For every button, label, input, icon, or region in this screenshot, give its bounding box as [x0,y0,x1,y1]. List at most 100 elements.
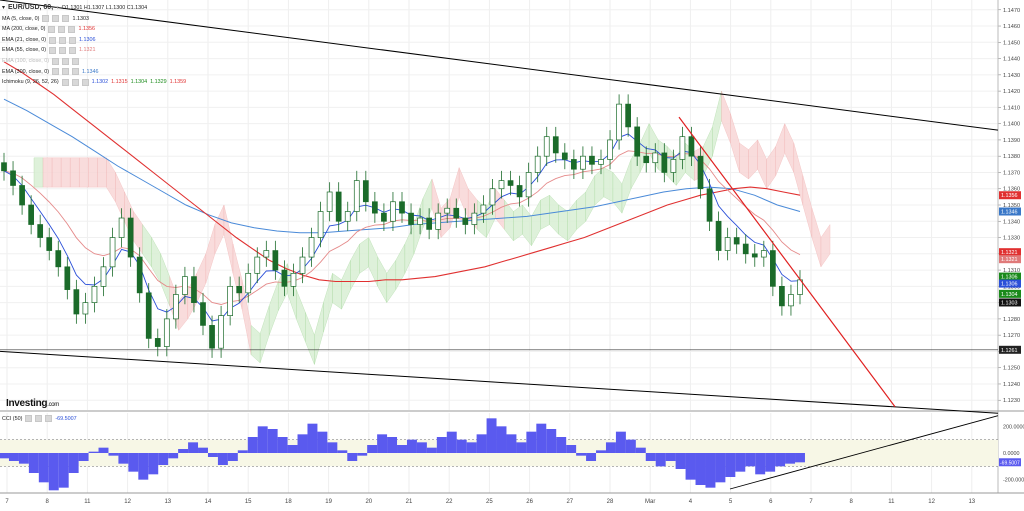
indicator-label: MA (5, close, 0) [2,15,40,22]
cci-bar [705,453,716,488]
close-icon[interactable] [69,36,77,44]
candle-body [335,191,342,222]
cci-bar [188,442,199,453]
x-tick-label: 8 [46,499,50,505]
hide-icon[interactable] [52,15,60,23]
cci-bar [168,453,179,459]
candle-body [353,180,360,212]
y-tick-label: 1.1250 [1003,366,1020,372]
cci-tick-label: -200.0000 [1003,478,1024,484]
collapse-icon[interactable]: ▾ [2,3,5,14]
legend-indicator-row[interactable]: MA (200, close, 0) 1.1356 [2,24,186,35]
x-tick-label: 20 [365,499,372,505]
legend-indicator-row[interactable]: EMA (100, close, 0) [2,56,186,67]
indicator-value: 1.1303 [72,15,89,22]
hide-icon[interactable] [59,36,67,44]
candle-body [688,136,695,157]
settings-icon[interactable] [52,57,60,65]
close-icon[interactable] [72,68,80,76]
close-icon[interactable] [68,25,76,33]
hide-icon[interactable] [62,68,70,76]
hide-icon[interactable] [59,47,67,55]
indicator-label: EMA (300, close, 0) [2,68,50,75]
settings-icon[interactable] [52,68,60,76]
candle-body [344,211,351,222]
hide-icon[interactable] [58,25,66,33]
candle-body [136,256,143,294]
close-icon[interactable] [72,57,80,65]
cci-bar [556,437,567,453]
indicator-label: EMA (21, close, 0) [2,36,47,43]
cci-bar [367,445,378,453]
close-icon[interactable] [45,415,53,422]
cci-bar [795,453,805,463]
y-tick-label: 1.1440 [1003,57,1020,63]
legend-indicator-row[interactable]: MA (5, close, 0) 1.1303 [2,14,186,25]
indicator-value: 1.1346 [82,68,99,75]
candle-body [480,204,487,214]
hide-icon[interactable] [62,57,70,65]
candle-body [227,285,233,316]
ichimoku-cloud-segment [739,142,749,180]
candle-body [625,103,631,128]
settings-icon[interactable] [25,415,33,422]
oscillator-label[interactable]: CCI (50) [2,416,22,422]
legend-indicator-row[interactable]: Ichimoku (9, 26, 52, 26) 1.1302 1.1315 1.13… [2,77,186,88]
cci-bar [337,450,348,453]
symbol-label[interactable]: EUR/USD, 60, [8,3,53,14]
candle-body [462,217,469,225]
dropdown-icon[interactable]: ▾ [56,3,59,14]
legend-indicator-row[interactable]: EMA (21, close, 0) 1.1306 [2,35,186,46]
x-tick-label: 7 [5,499,9,505]
ichimoku-cloud-segment [51,157,62,188]
cci-bar [217,453,228,465]
y-tick-label: 1.1240 [1003,382,1020,388]
candle-body [652,152,659,164]
ichimoku-cloud-segment [88,157,98,188]
candle-body [100,266,107,287]
y-tick-label: 1.1410 [1003,105,1020,111]
cci-bar [416,442,427,453]
ichimoku-cloud-segment [79,157,89,188]
legend-indicator-row[interactable]: EMA (300, close, 0) 1.1346 [2,67,186,78]
candle-body [290,272,297,287]
hide-icon[interactable] [71,78,79,86]
settings-icon[interactable] [49,47,57,55]
cci-bar [28,453,39,473]
chart-root: 7 8 11 12 13 14 15 18 19 20 21 22 25 26 27 28 Mar 4 5 6 7 8 11… [0,0,1024,506]
cci-bar [745,453,756,467]
cci-bar [695,453,706,485]
settings-icon[interactable] [49,36,57,44]
candle-body [444,207,451,214]
cci-bar [466,442,477,453]
settings-icon[interactable] [61,78,69,86]
indicator-value: 1.1356 [78,26,95,33]
ichimoku-cloud-segment [60,157,71,188]
candle-body [733,237,740,245]
candle-body [91,285,98,303]
settings-icon[interactable] [42,15,50,23]
y-tick-label: 1.1460 [1003,24,1020,30]
cci-bar [387,437,398,453]
close-icon[interactable] [62,15,70,23]
close-icon[interactable] [69,47,77,55]
cci-bar [406,439,417,453]
cci-bar [496,426,507,453]
indicator-label: MA (200, close, 0) [2,26,46,33]
legend-header-row: ▾ EUR/USD, 60, ▾ O1.1301 H1.1307 L1.1300… [2,3,186,14]
y-tick-label: 1.1380 [1003,154,1020,160]
cci-bar [287,445,298,453]
indicator-value: 1.1315 [111,79,128,86]
cci-bar [775,453,786,467]
legend-indicator-row[interactable]: EMA (55, close, 0) 1.1321 [2,45,186,56]
settings-icon[interactable] [48,25,56,33]
y-tick-label: 1.1280 [1003,317,1020,323]
hide-icon[interactable] [35,415,43,422]
ohlc-readout: O1.1301 H1.1307 L1.1300 C1.1304 [61,5,148,11]
cci-bar [247,437,258,453]
x-tick-label: 22 [446,499,453,505]
cci-bar [536,423,547,453]
cci-bar [138,453,149,480]
close-icon[interactable] [81,78,89,86]
ichimoku-cloud-segment [42,157,53,188]
